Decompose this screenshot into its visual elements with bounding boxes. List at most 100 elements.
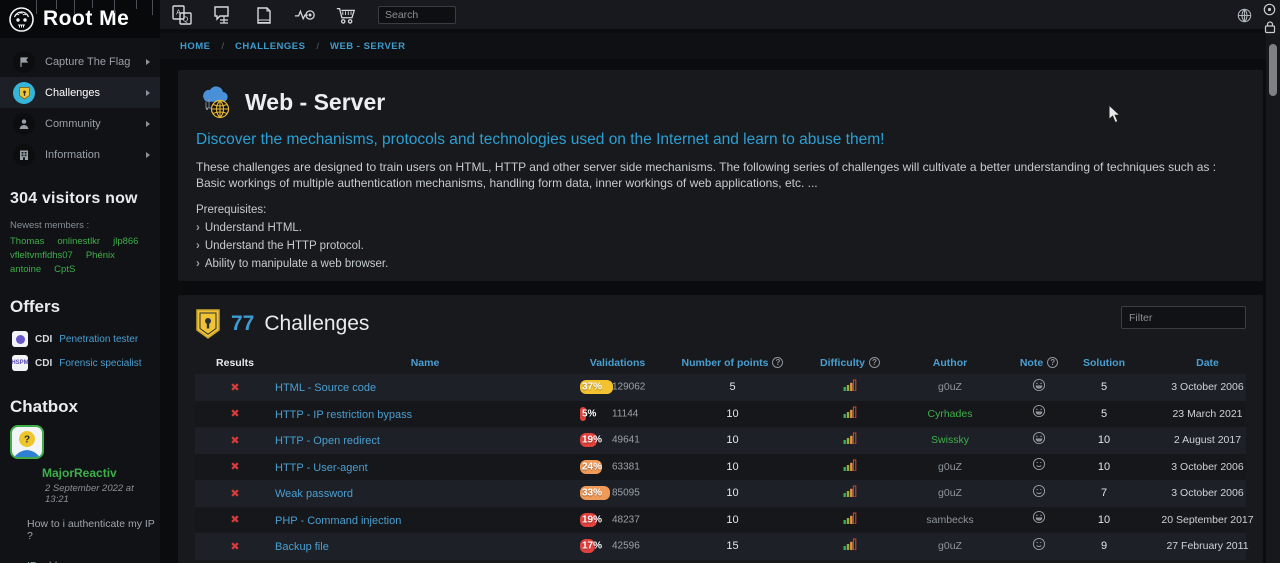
validation-percentage: 24% xyxy=(582,461,602,472)
help-icon[interactable]: ? xyxy=(1047,357,1058,368)
author-link[interactable]: g0uZ xyxy=(938,381,962,393)
activity-icon[interactable] xyxy=(294,4,316,26)
column-header-difficulty[interactable]: Difficulty? xyxy=(805,357,895,369)
search-input[interactable] xyxy=(378,6,456,24)
challenges-table: ResultsNameValidationsNumber of points?D… xyxy=(195,352,1246,560)
column-header-solution[interactable]: Solution xyxy=(1073,357,1135,369)
help-icon[interactable]: ? xyxy=(869,357,880,368)
offer-contract-type: CDI xyxy=(35,334,52,345)
difficulty-bars-icon xyxy=(805,431,895,449)
sidebar-item-label: Information xyxy=(45,149,100,161)
sidebar-item-challenges[interactable]: Challenges xyxy=(0,77,160,108)
member-link[interactable]: Phénix xyxy=(86,250,115,261)
note-smiley-icon xyxy=(1005,510,1073,529)
member-link[interactable]: onlinestlkr xyxy=(57,236,100,247)
column-header-name[interactable]: Name xyxy=(275,357,575,369)
challenge-row: ✖HTML - Source code37%1290625g0uZ53 Octo… xyxy=(195,374,1246,401)
column-header-validations[interactable]: Validations xyxy=(575,357,660,369)
dictionary-icon[interactable]: A Q xyxy=(171,4,193,26)
language-globe-icon[interactable] xyxy=(1237,8,1252,28)
validation-percentage: 19% xyxy=(582,514,602,525)
author-link[interactable]: Cyrhades xyxy=(928,408,973,420)
sidebar-item-capture-the-flag[interactable]: Capture The Flag xyxy=(0,46,160,77)
breadcrumb-link[interactable]: CHALLENGES xyxy=(235,41,305,52)
sidebar-item-label: Community xyxy=(45,118,101,130)
difficulty-bars-icon xyxy=(805,405,895,423)
member-link[interactable]: CptS xyxy=(54,264,75,275)
prerequisites-list: ›Understand HTML.›Understand the HTTP pr… xyxy=(196,222,1245,270)
challenge-row: ✖HTTP - User-agent24%6338110g0uZ103 Octo… xyxy=(195,454,1246,481)
validation-percentage: 17% xyxy=(582,541,602,552)
sidebar-item-label: Challenges xyxy=(45,87,100,99)
building-icon xyxy=(13,144,35,166)
member-link[interactable]: jlp866 xyxy=(113,236,138,247)
not-validated-icon: ✖ xyxy=(195,460,275,473)
solution-count-cell: 10 xyxy=(1073,434,1135,446)
prerequisites-label: Prerequisites: xyxy=(196,204,1245,216)
offer-item[interactable]: HSPMCDIForensic specialist xyxy=(0,351,160,375)
offer-company-logo: HSPM xyxy=(12,355,28,371)
offer-link[interactable]: Forensic specialist xyxy=(59,358,141,369)
chat-username-link[interactable]: MajorReactiv xyxy=(42,466,160,480)
challenges-count: 77 xyxy=(231,312,254,336)
validation-count: 129062 xyxy=(612,382,645,393)
author-link[interactable]: sambecks xyxy=(926,514,973,526)
challenge-link[interactable]: HTTP - User-agent xyxy=(275,462,368,474)
challenge-name-cell: HTTP - User-agent xyxy=(275,458,575,476)
challenge-link[interactable]: HTML - Source code xyxy=(275,382,376,394)
chatbox-title: Chatbox xyxy=(10,397,160,417)
author-link[interactable]: Swissky xyxy=(931,434,969,446)
author-cell: g0uZ xyxy=(895,461,1005,473)
column-header-note[interactable]: Note? xyxy=(1005,357,1073,369)
breadcrumb-link[interactable]: WEB - SERVER xyxy=(330,41,406,52)
difficulty-bars-icon xyxy=(805,484,895,502)
avatar[interactable]: ? xyxy=(10,425,44,459)
validations-cell: 37%129062 xyxy=(575,374,660,401)
member-link[interactable]: vfleltvmfldhs07 xyxy=(10,250,73,261)
forum-icon[interactable] xyxy=(212,4,234,26)
docs-icon[interactable] xyxy=(253,4,275,26)
reader-mode-icon[interactable] xyxy=(1263,3,1276,21)
challenge-link[interactable]: Backup file xyxy=(275,541,329,553)
challenge-link[interactable]: HTTP - Open redirect xyxy=(275,435,380,447)
breadcrumb-link[interactable]: HOME xyxy=(180,41,211,52)
author-link[interactable]: g0uZ xyxy=(938,461,962,473)
filter-input[interactable] xyxy=(1121,306,1246,329)
validation-count: 42596 xyxy=(612,541,640,552)
sidebar-item-information[interactable]: Information xyxy=(0,139,160,170)
member-link[interactable]: Thomas xyxy=(10,236,44,247)
scrollbar-thumb[interactable] xyxy=(1269,44,1277,96)
author-link[interactable]: g0uZ xyxy=(938,540,962,552)
sidebar: Root Me Capture The Flag Challenges Commun… xyxy=(0,0,160,563)
solution-count-cell: 7 xyxy=(1073,487,1135,499)
validations-cell: 33%85095 xyxy=(575,480,660,507)
date-cell: 20 September 2017 xyxy=(1135,514,1280,526)
help-icon[interactable]: ? xyxy=(772,357,783,368)
member-link[interactable]: antoine xyxy=(10,264,41,275)
lock-icon[interactable] xyxy=(1263,20,1277,39)
column-header-date[interactable]: Date xyxy=(1135,357,1280,369)
not-validated-icon: ✖ xyxy=(195,487,275,500)
challenge-link[interactable]: Weak password xyxy=(275,488,353,500)
svg-text:?: ? xyxy=(24,435,30,446)
column-header-author[interactable]: Author xyxy=(895,357,1005,369)
sidebar-item-label: Capture The Flag xyxy=(45,56,130,68)
column-header-number-of-points[interactable]: Number of points? xyxy=(660,357,805,369)
validation-count: 85095 xyxy=(612,488,640,499)
cart-icon[interactable] xyxy=(335,4,357,26)
note-smiley-icon xyxy=(1005,431,1073,450)
not-validated-icon: ✖ xyxy=(195,513,275,526)
points-cell: 10 xyxy=(660,461,805,473)
logo[interactable]: Root Me xyxy=(0,0,160,38)
offer-item[interactable]: CDI Penetration tester xyxy=(0,327,160,351)
not-validated-icon: ✖ xyxy=(195,434,275,447)
scrollbar-track[interactable] xyxy=(1266,0,1280,563)
challenge-link[interactable]: HTTP - IP restriction bypass xyxy=(275,409,412,421)
challenge-link[interactable]: PHP - Command injection xyxy=(275,515,401,527)
validation-percentage: 19% xyxy=(582,435,602,446)
shield-icon xyxy=(13,82,35,104)
points-cell: 15 xyxy=(660,540,805,552)
offer-link[interactable]: Penetration tester xyxy=(59,334,138,345)
sidebar-item-community[interactable]: Community xyxy=(0,108,160,139)
author-link[interactable]: g0uZ xyxy=(938,487,962,499)
